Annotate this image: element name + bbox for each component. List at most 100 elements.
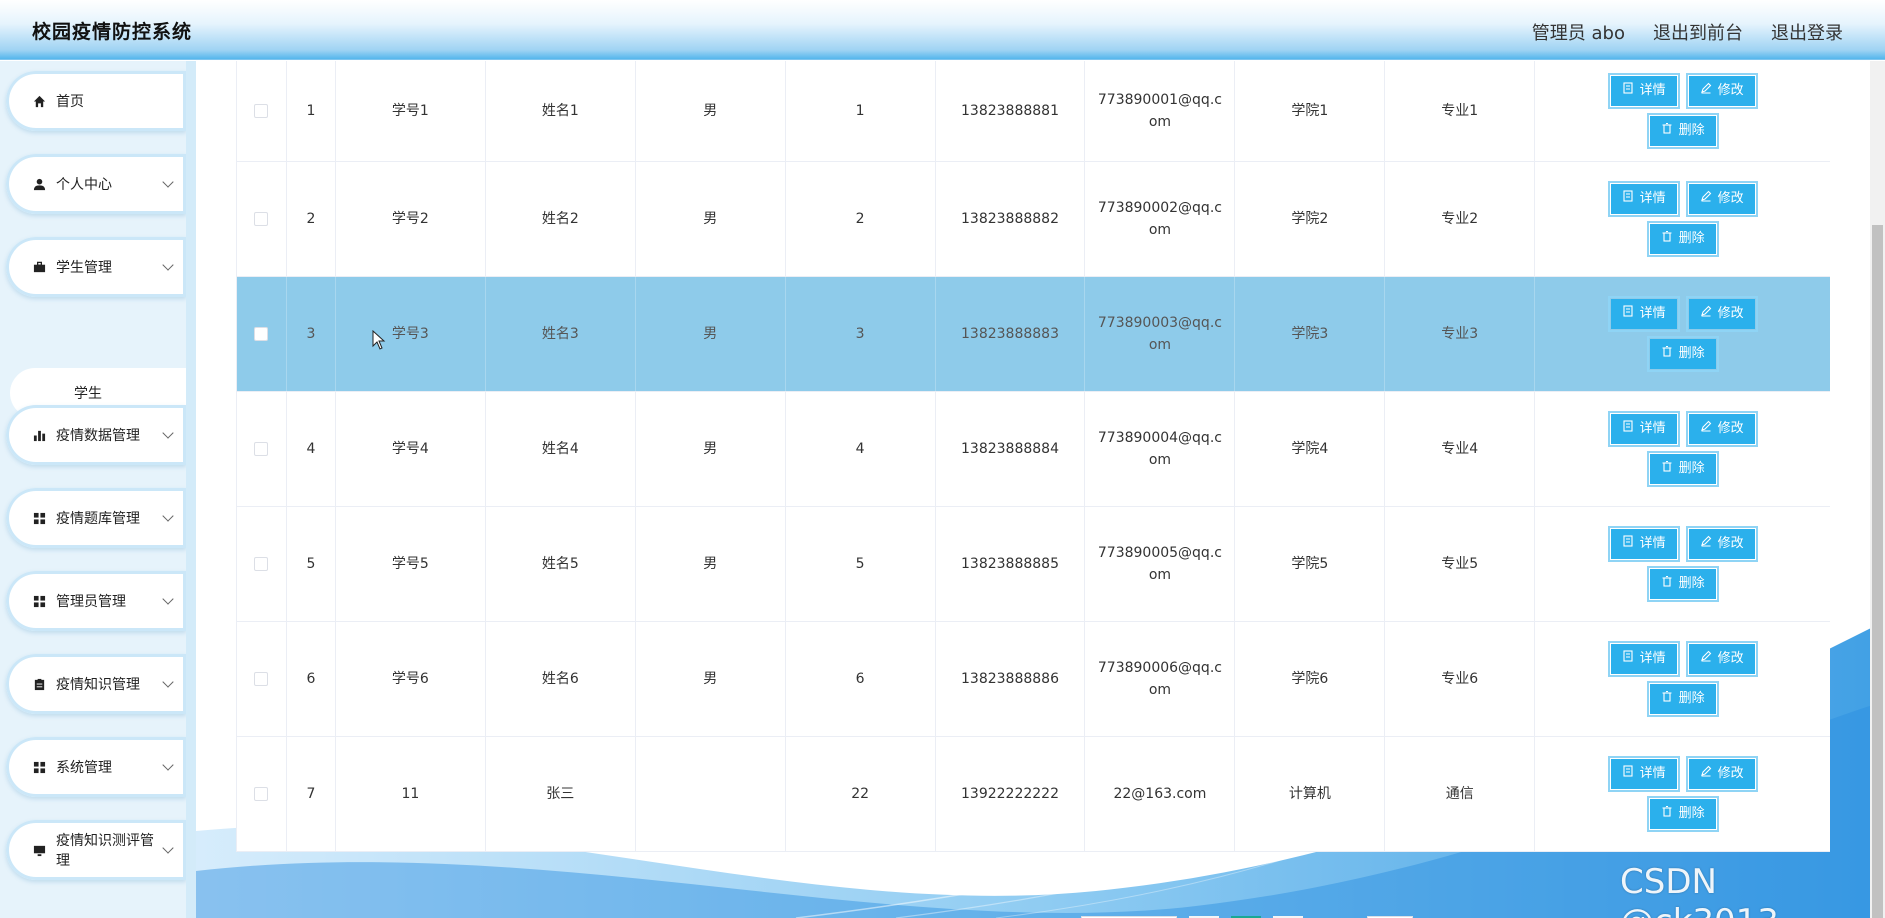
row-checkbox[interactable] — [254, 212, 269, 226]
pencil-icon — [1700, 533, 1712, 555]
detail-button[interactable]: 详情 — [1607, 73, 1680, 109]
edit-button[interactable]: 修改 — [1685, 296, 1758, 332]
detail-button[interactable]: 详情 — [1607, 296, 1680, 332]
row-checkbox[interactable] — [254, 327, 269, 341]
delete-button[interactable]: 删除 — [1646, 113, 1719, 149]
cell-email: 773890004@qq.com — [1085, 392, 1236, 506]
chevron-down-icon — [162, 676, 174, 688]
sidebar-subitem-label: 学生 — [74, 386, 102, 402]
edit-button[interactable]: 修改 — [1685, 641, 1758, 677]
sidebar-item-knowledge-assessment[interactable]: 疫情知识测评管理 — [6, 820, 186, 880]
cell-gender: 男 — [636, 392, 786, 506]
sidebar-item-system-management[interactable]: 系统管理 — [6, 737, 186, 797]
detail-button[interactable]: 详情 — [1607, 411, 1680, 447]
table-row[interactable]: 6 学号6 姓名6 男 6 13823888886 773890006@qq.com 学院6 专… — [237, 622, 1830, 737]
cell-college: 学院1 — [1235, 61, 1386, 161]
edit-button[interactable]: 修改 — [1685, 756, 1758, 792]
table-row[interactable]: 2 学号2 姓名2 男 2 13823888882 773890002@qq.com 学院2 专… — [237, 162, 1830, 277]
detail-button-label: 详情 — [1639, 306, 1666, 321]
detail-button-label: 详情 — [1639, 83, 1666, 98]
sidebar-item-student-management[interactable]: 学生管理 — [6, 237, 186, 297]
sidebar-item-epidemic-data[interactable]: 疫情数据管理 — [6, 405, 186, 465]
edit-button[interactable]: 修改 — [1685, 411, 1758, 447]
cell-major: 专业5 — [1385, 507, 1536, 621]
delete-button[interactable]: 删除 — [1646, 796, 1719, 832]
trash-icon — [1661, 228, 1673, 250]
cell-name: 张三 — [486, 737, 636, 851]
document-icon — [1622, 648, 1634, 670]
cell-index: 7 — [287, 737, 336, 851]
row-checkbox[interactable] — [254, 787, 269, 801]
trash-icon — [1661, 343, 1673, 365]
pencil-icon — [1700, 303, 1712, 325]
detail-button[interactable]: 详情 — [1607, 756, 1680, 792]
grid-icon — [32, 511, 46, 525]
cell-name: 姓名2 — [486, 162, 636, 276]
sidebar-item-label: 疫情数据管理 — [56, 428, 140, 444]
table-row[interactable]: 3 学号3 姓名3 男 3 13823888883 773890003@qq.com 学院3 专… — [237, 277, 1830, 392]
scrollbar-thumb[interactable] — [1872, 225, 1883, 918]
header-actions: 管理员 abo 退出到前台 退出登录 — [1532, 19, 1843, 45]
cell-email: 773890001@qq.com — [1085, 61, 1236, 161]
delete-button[interactable]: 删除 — [1646, 681, 1719, 717]
row-checkbox[interactable] — [254, 557, 269, 571]
table-row[interactable]: 4 学号4 姓名4 男 4 13823888884 773890004@qq.com 学院4 专… — [237, 392, 1830, 507]
delete-button[interactable]: 删除 — [1646, 566, 1719, 602]
delete-button[interactable]: 删除 — [1646, 451, 1719, 487]
chevron-down-icon — [162, 593, 174, 605]
sidebar-item-home[interactable]: 首页 — [6, 71, 186, 131]
row-checkbox[interactable] — [254, 104, 269, 118]
sidebar-item-admin-management[interactable]: 管理员管理 — [6, 571, 186, 631]
sidebar-item-question-bank[interactable]: 疫情题库管理 — [6, 488, 186, 548]
cell-age: 3 — [786, 277, 936, 391]
row-checkbox[interactable] — [254, 672, 269, 686]
document-icon — [1622, 763, 1634, 785]
cell-age: 6 — [786, 622, 936, 736]
cell-gender: 男 — [636, 61, 786, 161]
cell-age: 22 — [786, 737, 936, 851]
delete-button[interactable]: 删除 — [1646, 221, 1719, 257]
table-row[interactable]: 7 11 张三 22 13922222222 22@163.com 计算机 通信 详情 修改 删除 — [237, 737, 1830, 852]
detail-button-label: 详情 — [1639, 191, 1666, 206]
cell-college: 学院4 — [1235, 392, 1386, 506]
cell-college: 计算机 — [1235, 737, 1386, 851]
logout-link[interactable]: 退出登录 — [1771, 19, 1843, 45]
sidebar-item-label: 疫情知识测评管理 — [56, 833, 154, 869]
cell-phone: 13823888884 — [936, 392, 1086, 506]
cell-college: 学院6 — [1235, 622, 1386, 736]
table-row[interactable]: 1 学号1 姓名1 男 1 13823888881 773890001@qq.com 学院1 专… — [237, 61, 1830, 162]
cell-name: 姓名3 — [486, 277, 636, 391]
back-to-front-link[interactable]: 退出到前台 — [1653, 19, 1743, 45]
edit-button-label: 修改 — [1717, 536, 1744, 551]
chevron-down-icon — [162, 176, 174, 188]
grid-icon — [32, 594, 46, 608]
cell-college: 学院5 — [1235, 507, 1386, 621]
sidebar-item-label: 疫情知识管理 — [56, 677, 140, 693]
table-body: 1 学号1 姓名1 男 1 13823888881 773890001@qq.com 学院1 专… — [237, 61, 1830, 852]
sidebar-item-personal-center[interactable]: 个人中心 — [6, 154, 186, 214]
edit-button[interactable]: 修改 — [1685, 73, 1758, 109]
row-checkbox-cell — [237, 622, 287, 736]
edit-button[interactable]: 修改 — [1685, 181, 1758, 217]
edit-button[interactable]: 修改 — [1685, 526, 1758, 562]
sidebar-item-knowledge-management[interactable]: 疫情知识管理 — [6, 654, 186, 714]
detail-button[interactable]: 详情 — [1607, 641, 1680, 677]
edit-button-label: 修改 — [1717, 651, 1744, 666]
sidebar-item-label: 疫情题库管理 — [56, 511, 140, 527]
delete-button[interactable]: 删除 — [1646, 336, 1719, 372]
clipboard-icon — [32, 677, 46, 691]
detail-button[interactable]: 详情 — [1607, 181, 1680, 217]
table-row[interactable]: 5 学号5 姓名5 男 5 13823888885 773890005@qq.com 学院5 专… — [237, 507, 1830, 622]
sidebar-item-label: 系统管理 — [56, 760, 112, 776]
detail-button[interactable]: 详情 — [1607, 526, 1680, 562]
row-checkbox-cell — [237, 277, 287, 391]
cell-actions: 详情 修改删除 — [1535, 277, 1830, 391]
detail-button-label: 详情 — [1639, 766, 1666, 781]
pencil-icon — [1700, 418, 1712, 440]
cell-student-id: 学号3 — [336, 277, 486, 391]
document-icon — [1622, 188, 1634, 210]
cell-email: 22@163.com — [1085, 737, 1236, 851]
main-content: 1 学号1 姓名1 男 1 13823888881 773890001@qq.com 学院1 专… — [196, 61, 1885, 918]
row-checkbox[interactable] — [254, 442, 269, 456]
cell-phone: 13922222222 — [936, 737, 1086, 851]
